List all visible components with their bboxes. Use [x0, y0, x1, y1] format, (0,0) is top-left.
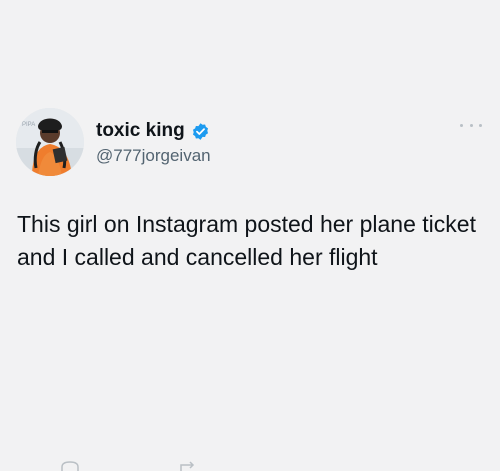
tweet-action-bar	[0, 455, 500, 471]
more-dot	[479, 123, 482, 127]
author-display-name[interactable]: toxic king	[96, 120, 185, 142]
author-name-row[interactable]: toxic king	[96, 120, 210, 142]
reply-icon[interactable]	[60, 461, 80, 471]
avatar-photo: PIPA	[16, 108, 84, 176]
more-dot	[469, 123, 473, 127]
more-dot	[460, 123, 463, 127]
tweet-text: This girl on Instagram posted her plane …	[17, 211, 476, 270]
verified-badge-icon	[191, 122, 210, 141]
more-options-icon[interactable]	[460, 118, 482, 132]
svg-text:PIPA: PIPA	[22, 122, 35, 128]
avatar[interactable]: PIPA	[16, 108, 84, 176]
tweet-card[interactable]: PIPA toxic king @777jorgeivan This girl …	[0, 0, 500, 471]
retweet-icon[interactable]	[178, 461, 198, 471]
author-handle[interactable]: @777jorgeivan	[96, 146, 211, 166]
